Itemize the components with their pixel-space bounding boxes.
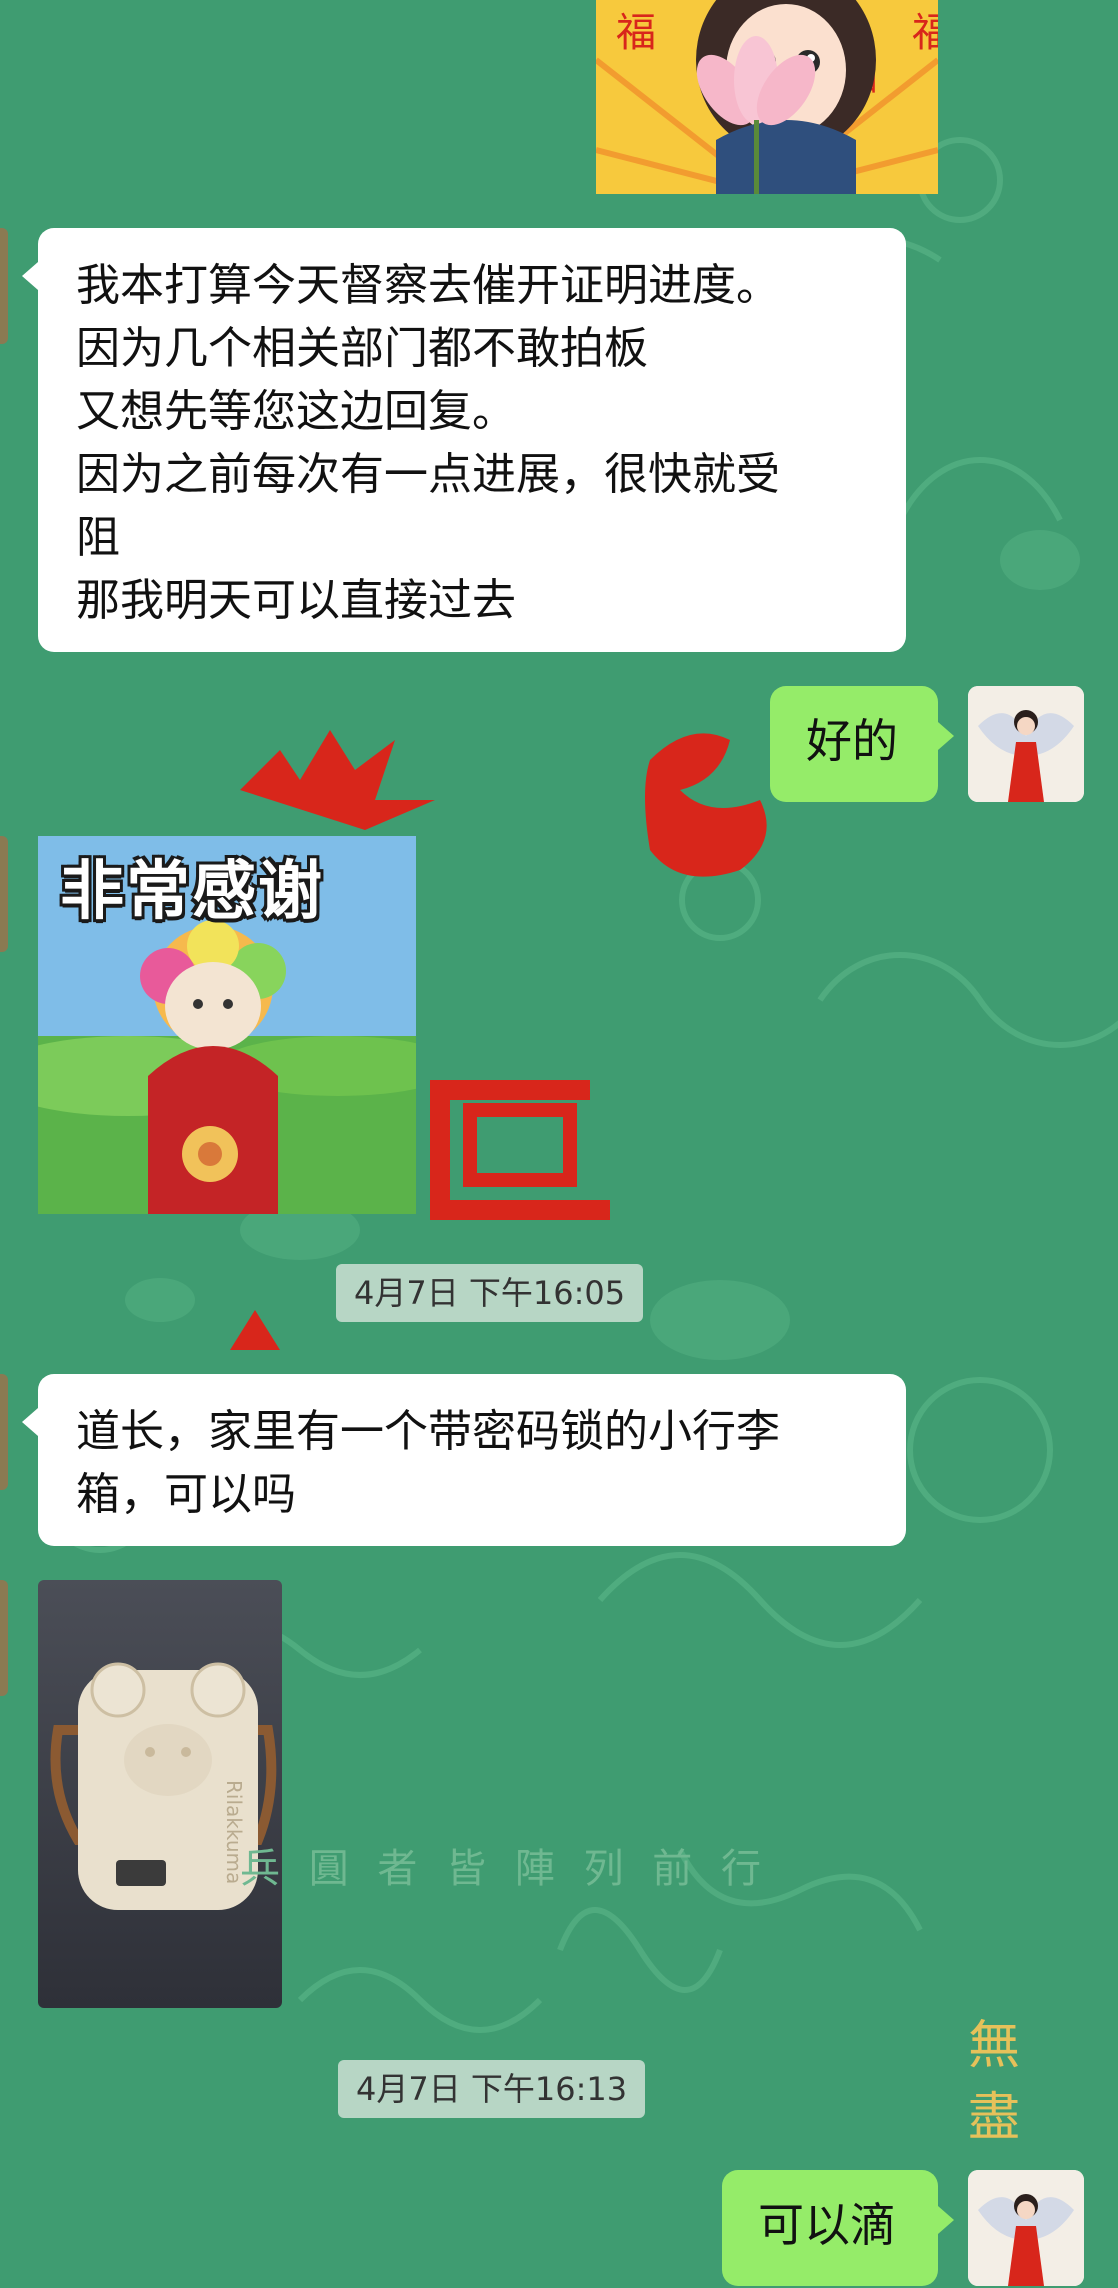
sender-avatar-edge[interactable]: [0, 228, 8, 344]
timestamp: 4月7日 下午16:05: [336, 1264, 644, 1322]
outgoing-message-bubble[interactable]: 好的: [770, 686, 954, 802]
thanks-sticker[interactable]: 非常感谢: [38, 836, 416, 1214]
sticker-caption: 非常感谢: [60, 855, 324, 929]
svg-text:福: 福: [616, 10, 656, 56]
background-vertical-text: 無 盡: [968, 2016, 1021, 2148]
timestamp: 4月7日 下午16:13: [338, 2060, 646, 2118]
avatar-woman-red-dress-icon: [968, 686, 1084, 802]
user-avatar[interactable]: [968, 686, 1084, 802]
girl-lotus-illustration: 福 福 曲: [596, 0, 938, 194]
girl-lotus-sticker[interactable]: 福 福 曲: [596, 0, 938, 194]
incoming-message-bubble[interactable]: 我本打算今天督察去催开证明进度。 因为几个相关部门都不敢拍板 又想先等您这边回复…: [22, 228, 906, 652]
svg-text:福: 福: [912, 10, 938, 56]
sender-avatar-edge[interactable]: [0, 1580, 8, 1696]
sender-avatar-edge[interactable]: [0, 1374, 8, 1490]
incoming-message-bubble[interactable]: 道长，家里有一个带密码锁的小行李 箱，可以吗: [22, 1374, 906, 1546]
sender-avatar-edge[interactable]: [0, 836, 8, 952]
avatar-woman-red-dress-icon: [968, 2170, 1084, 2286]
user-avatar[interactable]: [968, 2170, 1084, 2286]
suitcase-photo[interactable]: Rilakkuma: [38, 1580, 282, 2008]
background-watermark: 兵 圓 者 皆 陣 列 前 行: [240, 1846, 770, 1892]
outgoing-message-bubble[interactable]: 可以滴: [722, 2170, 954, 2286]
